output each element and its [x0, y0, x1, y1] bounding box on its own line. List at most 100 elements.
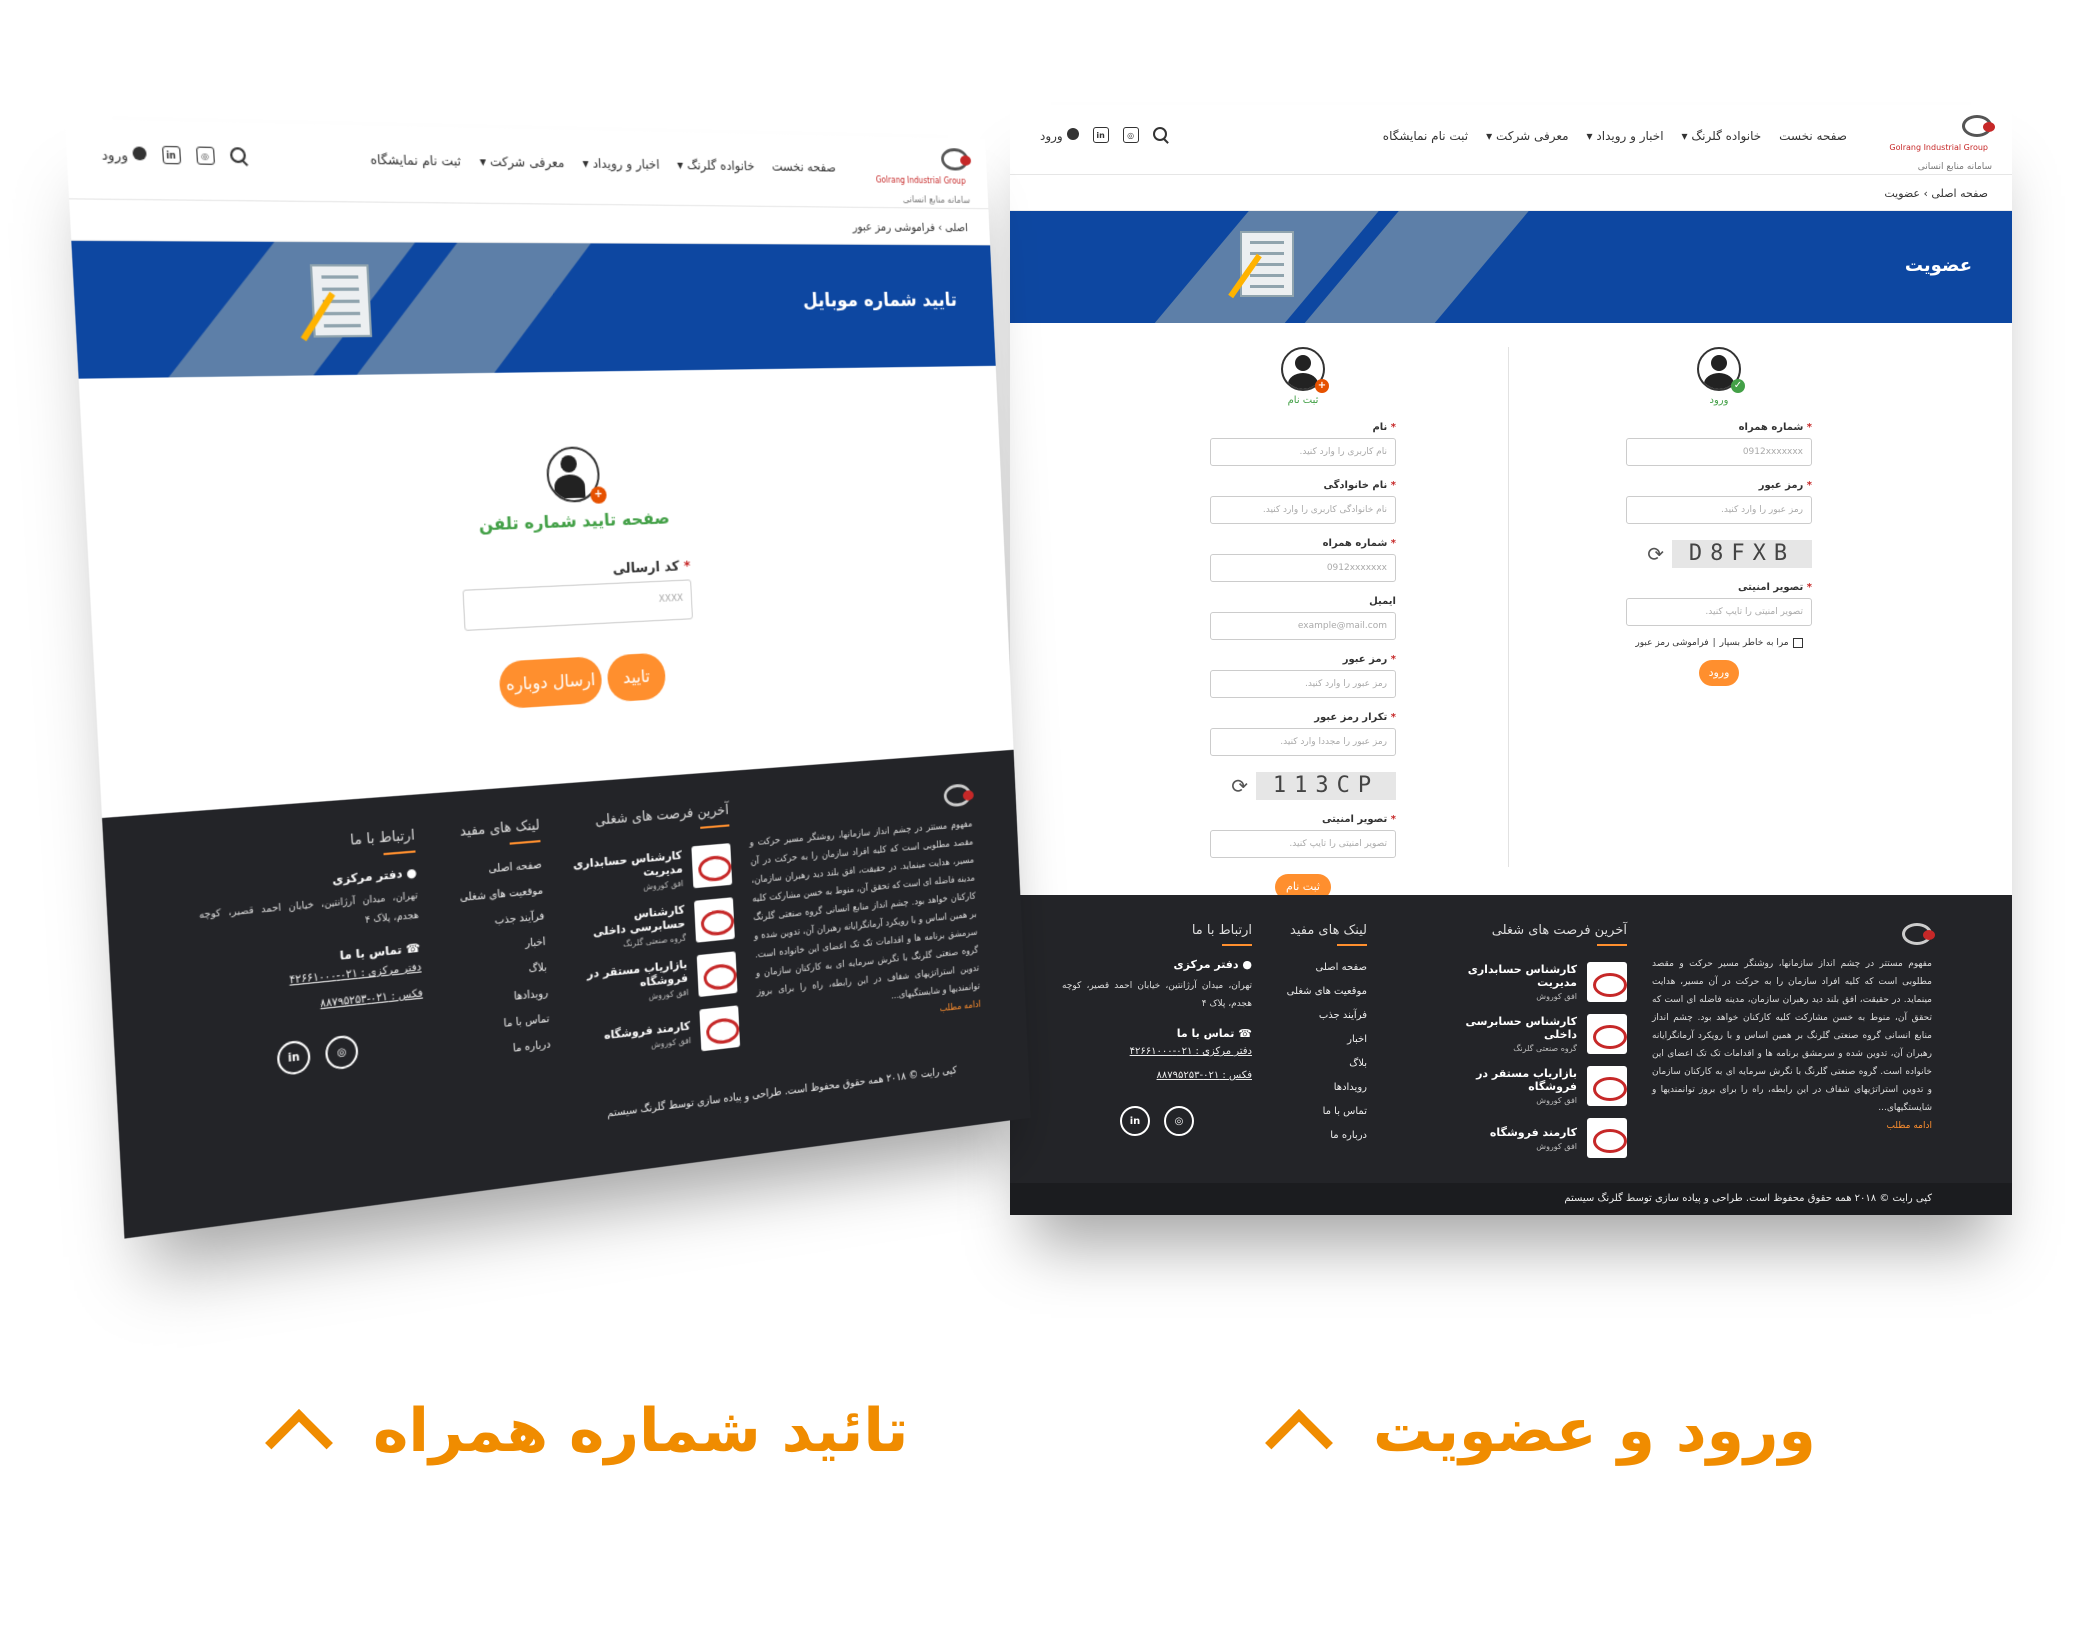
- company-logo-icon: [694, 897, 735, 943]
- footer-link[interactable]: درباره ما: [1267, 1124, 1367, 1148]
- job-item[interactable]: کارمند فروشگاه افق کوروش: [1457, 1118, 1627, 1158]
- company-logo-icon: [1587, 1118, 1627, 1158]
- caption-membership-text: ورود و عضویت: [1373, 1396, 1816, 1466]
- search-icon[interactable]: [229, 147, 248, 165]
- nav-home[interactable]: صفحه نخست: [771, 159, 836, 175]
- footer-logo-icon: [1902, 923, 1935, 945]
- main-nav: صفحه نخست خانواده گلرنگ ▾ اخبار و رویداد…: [370, 152, 836, 175]
- instagram-icon[interactable]: ◎: [1164, 1106, 1194, 1136]
- chevron-up-icon: [1265, 1409, 1333, 1477]
- linkedin-icon[interactable]: in: [276, 1039, 312, 1077]
- social-links: ◎ in: [1062, 1106, 1252, 1136]
- site-logo[interactable]: Golrang Industrial Group سامانه منابع ان…: [1872, 115, 1995, 172]
- nav-exhibition[interactable]: ثبت نام نمایشگاه: [1383, 129, 1468, 143]
- mobile-label: * شماره همراه: [1738, 422, 1812, 433]
- footer-link[interactable]: بلاگ: [1267, 1052, 1367, 1076]
- job-item[interactable]: کارشناس حسابداری مدیریت افق کوروش: [572, 843, 733, 899]
- office-title: ● دفتر مرکزی: [1173, 958, 1252, 971]
- company-logo-icon: [696, 951, 738, 998]
- plus-badge-icon: +: [590, 486, 607, 504]
- instagram-icon[interactable]: ◎: [1122, 127, 1139, 143]
- instagram-icon[interactable]: ◎: [324, 1034, 359, 1071]
- phone-number[interactable]: دفتر مرکزی : ۰۲۱-۴۲۶۶۱۰۰۰: [1062, 1040, 1252, 1064]
- company-logo-icon: [1587, 1066, 1627, 1106]
- site-header: Golrang Industrial Group سامانه منابع ان…: [64, 118, 989, 210]
- company-logo-icon: [699, 1005, 741, 1052]
- instagram-icon[interactable]: ◎: [195, 146, 215, 165]
- nav-family[interactable]: خانواده گلرنگ ▾: [1682, 129, 1762, 143]
- code-input[interactable]: XXXX: [462, 579, 693, 631]
- last-name-input[interactable]: نام خانوادگی کاربری را وارد کنید.: [1210, 496, 1396, 524]
- verify-actions: تایید ارسال دوباره: [95, 633, 1010, 735]
- email-label: ایمیل: [1369, 596, 1396, 607]
- repeat-password-input[interactable]: رمز عبور را مجددا وارد کنید.: [1210, 728, 1396, 756]
- plus-badge-icon: +: [1315, 379, 1329, 393]
- footer-link[interactable]: صفحه اصلی: [1267, 956, 1367, 980]
- site-logo[interactable]: Golrang Industrial Group سامانه منابع ان…: [858, 146, 970, 206]
- footer-links: لینک های مفید صفحه اصلی موقعیت های شغلی …: [1267, 923, 1367, 1148]
- linkedin-icon[interactable]: in: [1120, 1106, 1150, 1136]
- register-password-label: * رمز عبور: [1342, 654, 1396, 665]
- site-footer: مفهوم مستتر در چشم انداز سازمانها، روشنگ…: [1010, 895, 2012, 1215]
- nav-news[interactable]: اخبار و رویداد ▾: [1587, 129, 1664, 143]
- page-title: عضویت: [1904, 255, 1972, 276]
- search-icon[interactable]: [1152, 127, 1169, 143]
- login-title: ورود: [1709, 395, 1729, 406]
- email-field[interactable]: example@mail.com: [1210, 612, 1396, 640]
- register-mobile-input[interactable]: 0912xxxxxxx: [1210, 554, 1396, 582]
- office-address: تهران، میدان آرژانتین، خیابان احمد قصیر،…: [1062, 981, 1252, 1009]
- job-item[interactable]: بازاریاب مستقر در فروشگاه افق کوروش: [1457, 1066, 1627, 1106]
- social-links: ◎ in: [206, 1027, 426, 1084]
- footer-about: مفهوم مستتر در چشم انداز سازمانها، روشنگ…: [1652, 923, 1935, 1131]
- job-item[interactable]: کارشناس حسابرسی داخلی گروه صنعتی گلرنگ: [575, 897, 735, 954]
- contact-title: ☎ تماس با ما: [1176, 1027, 1252, 1040]
- column-divider: [1508, 347, 1509, 867]
- footer-link[interactable]: فرآیند جذب: [1267, 1004, 1367, 1028]
- login-link[interactable]: ورود: [1040, 127, 1079, 143]
- location-pin-icon: ●: [1242, 958, 1252, 971]
- nav-home[interactable]: صفحه نخست: [1779, 129, 1847, 143]
- linkedin-icon[interactable]: in: [1092, 127, 1109, 143]
- login-button[interactable]: ورود: [1699, 660, 1739, 686]
- page-banner: عضویت: [1010, 211, 2012, 323]
- nav-exhibition[interactable]: ثبت نام نمایشگاه: [370, 152, 461, 169]
- linkedin-icon[interactable]: in: [161, 145, 181, 165]
- remember-row: مرا به خاطر بسپار | فراموشی رمز عبور: [1626, 638, 1812, 648]
- job-item[interactable]: کارشناس حسابداری مدیریت افق کوروش: [1457, 962, 1627, 1002]
- confirm-button[interactable]: تایید: [606, 652, 667, 703]
- golrang-logo-icon: [1962, 115, 1995, 137]
- remember-checkbox[interactable]: [1792, 638, 1803, 648]
- first-name-input[interactable]: نام کاربری را وارد کنید.: [1210, 438, 1396, 466]
- login-security-input[interactable]: تصویر امنیتی را تایپ کنید.: [1626, 598, 1812, 626]
- footer-link[interactable]: رویدادها: [1267, 1076, 1367, 1100]
- location-pin-icon: ●: [406, 865, 417, 881]
- footer-link[interactable]: تماس با ما: [1267, 1100, 1367, 1124]
- footer-link[interactable]: اخبار: [1267, 1028, 1367, 1052]
- last-name-label: * نام خانوادگی: [1323, 480, 1396, 491]
- password-label: * رمز عبور: [1758, 480, 1812, 491]
- login-mobile-input[interactable]: 0912xxxxxxx: [1626, 438, 1812, 466]
- forgot-password-link[interactable]: فراموشی رمز عبور: [1635, 638, 1708, 648]
- job-item[interactable]: بازاریاب مستقر در فروشگاه افق کوروش: [577, 951, 738, 1010]
- refresh-icon[interactable]: ⟳: [1231, 774, 1248, 798]
- footer-link[interactable]: موقعیت های شغلی: [1267, 980, 1367, 1004]
- job-item[interactable]: کارشناس حسابرسی داخلی گروه صنعتی گلرنگ: [1457, 1014, 1627, 1054]
- register-security-input[interactable]: تصویر امنیتی را تایپ کنید.: [1210, 830, 1396, 858]
- repeat-password-label: * تکرار رمز عبور: [1314, 712, 1396, 723]
- first-name-label: * نام: [1372, 422, 1396, 433]
- register-password-input[interactable]: رمز عبور را وارد کنید.: [1210, 670, 1396, 698]
- resend-button[interactable]: ارسال دوباره: [498, 655, 603, 710]
- nav-company[interactable]: معرفی شرکت ▾: [479, 154, 564, 171]
- site-footer: مفهوم مستتر در چشم انداز سازمانها، روشنگ…: [102, 749, 1031, 1239]
- login-password-input[interactable]: رمز عبور را وارد کنید.: [1626, 496, 1812, 524]
- login-link[interactable]: ورود: [101, 145, 147, 163]
- nav-company[interactable]: معرفی شرکت ▾: [1486, 129, 1568, 143]
- read-more-link[interactable]: ادامه مطلب: [1652, 1121, 1932, 1131]
- refresh-icon[interactable]: ⟳: [1647, 542, 1664, 566]
- user-icon: [1066, 127, 1079, 140]
- nav-news[interactable]: اخبار و رویداد ▾: [582, 156, 660, 172]
- user-icon: [131, 145, 147, 160]
- footer-contact: ارتباط با ما ● دفتر مرکزی تهران، میدان آ…: [195, 827, 426, 1084]
- job-item[interactable]: کارمند فروشگاه افق کوروش: [580, 1005, 741, 1065]
- nav-family[interactable]: خانواده گلرنگ ▾: [677, 157, 755, 173]
